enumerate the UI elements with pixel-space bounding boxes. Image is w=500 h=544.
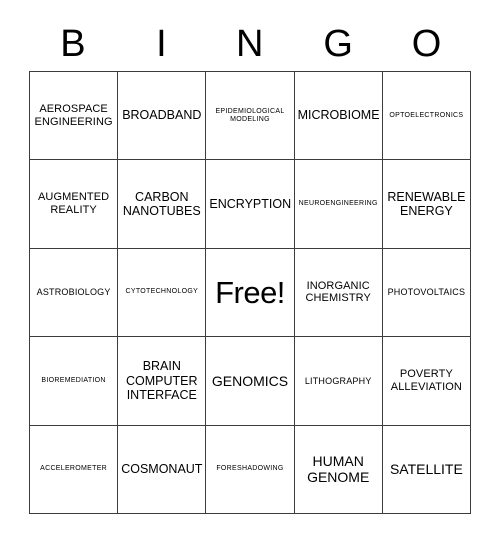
bingo-cell-label: AUGMENTED REALITY — [38, 191, 110, 217]
bingo-cell-label: CARBON NANOTUBES — [122, 189, 201, 219]
bingo-header-letter-g: G — [323, 23, 354, 65]
bingo-cell-r3c2[interactable]: CYTOTECHNOLOGY — [118, 248, 207, 338]
bingo-cell-r3c5[interactable]: PHOTOVOLTAICS — [382, 248, 471, 338]
bingo-cell-label: SATELLITE — [389, 461, 463, 478]
bingo-cell-label: NEUROENGINEERING — [298, 200, 378, 208]
bingo-cell-label: RENEWABLE ENERGY — [387, 189, 466, 219]
bingo-cell-r4c2[interactable]: BRAIN COMPUTER INTERFACE — [118, 337, 207, 426]
bingo-cell-r1c2[interactable]: BROADBAND — [118, 72, 207, 161]
bingo-cell-r3c1[interactable]: ASTROBIOLOGY — [30, 248, 119, 338]
bingo-cell-label: PHOTOVOLTAICS — [387, 287, 466, 298]
bingo-cell-label: OPTOELECTRONICS — [389, 111, 464, 119]
bingo-header-letter-i: I — [156, 23, 168, 65]
bingo-cell-r3c4[interactable]: INORGANIC CHEMISTRY — [294, 248, 383, 338]
bingo-cell-label: ASTROBIOLOGY — [36, 287, 111, 298]
bingo-cell-r5c1[interactable]: ACCELEROMETER — [30, 425, 119, 514]
bingo-header-letter-n: N — [236, 23, 264, 65]
bingo-header-letter-b: B — [60, 23, 87, 65]
bingo-cell-label: INORGANIC CHEMISTRY — [305, 279, 371, 305]
bingo-cell-label: FORESHADOWING — [216, 465, 284, 473]
free-space-label: Free! — [215, 274, 285, 310]
bingo-cell-label: EPIDEMIOLOGICAL MODELING — [215, 107, 285, 123]
bingo-cell-r2c4[interactable]: NEUROENGINEERING — [294, 160, 383, 249]
bingo-cell-r5c2[interactable]: COSMONAUT — [118, 425, 207, 514]
bingo-cell-r1c1[interactable]: AEROSPACE ENGINEERING — [30, 72, 119, 161]
bingo-cell-r5c4[interactable]: HUMAN GENOME — [294, 425, 383, 514]
bingo-cell-r2c2[interactable]: CARBON NANOTUBES — [118, 160, 207, 249]
bingo-cell-r4c3[interactable]: GENOMICS — [206, 337, 295, 426]
bingo-cell-label: POVERTY ALLEVIATION — [390, 368, 462, 393]
bingo-header-row: B I N G O — [29, 18, 471, 70]
bingo-cell-label: AEROSPACE ENGINEERING — [34, 102, 113, 128]
bingo-cell-r1c3[interactable]: EPIDEMIOLOGICAL MODELING — [206, 72, 295, 161]
bingo-cell-label: BIOREMEDIATION — [41, 376, 106, 384]
bingo-cell-label: BROADBAND — [122, 108, 202, 123]
bingo-cell-label: MICROBIOME — [297, 108, 380, 123]
bingo-cell-label: ENCRYPTION — [209, 196, 292, 211]
bingo-cell-r2c3[interactable]: ENCRYPTION — [206, 160, 295, 249]
bingo-cell-r1c5[interactable]: OPTOELECTRONICS — [382, 72, 471, 161]
bingo-cell-free-space[interactable]: Free! — [206, 248, 295, 338]
bingo-cell-label: HUMAN GENOME — [307, 453, 370, 486]
bingo-cell-label: LITHOGRAPHY — [304, 375, 372, 386]
bingo-cell-r4c5[interactable]: POVERTY ALLEVIATION — [382, 337, 471, 426]
bingo-cell-label: ACCELEROMETER — [40, 465, 108, 473]
bingo-cell-r1c4[interactable]: MICROBIOME — [294, 72, 383, 161]
bingo-cell-r4c4[interactable]: LITHOGRAPHY — [294, 337, 383, 426]
bingo-cell-r2c5[interactable]: RENEWABLE ENERGY — [382, 160, 471, 249]
bingo-cell-r2c1[interactable]: AUGMENTED REALITY — [30, 160, 119, 249]
bingo-cell-label: GENOMICS — [211, 372, 289, 389]
bingo-card: B I N G O AEROSPACE ENGINEERING BROADBAN… — [0, 0, 500, 544]
bingo-cell-r4c1[interactable]: BIOREMEDIATION — [30, 337, 119, 426]
bingo-grid: AEROSPACE ENGINEERING BROADBAND EPIDEMIO… — [29, 71, 471, 514]
bingo-cell-label: BRAIN COMPUTER INTERFACE — [126, 359, 198, 403]
bingo-cell-r5c3[interactable]: FORESHADOWING — [206, 425, 295, 514]
bingo-header-letter-o: O — [411, 23, 442, 65]
bingo-cell-label: CYTOTECHNOLOGY — [125, 288, 199, 296]
bingo-cell-label: COSMONAUT — [121, 462, 203, 477]
bingo-cell-r5c5[interactable]: SATELLITE — [382, 425, 471, 514]
